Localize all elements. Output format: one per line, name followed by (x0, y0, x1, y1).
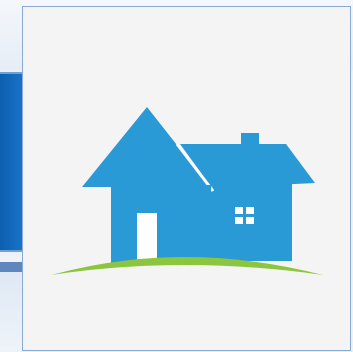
house-window-pane (235, 207, 243, 214)
background-page-body (0, 272, 24, 351)
background-nav-strip (0, 262, 24, 272)
house-window-pane (246, 217, 254, 224)
image-viewer-panel (22, 6, 351, 351)
background-banner (0, 72, 24, 252)
house-window-pane (235, 217, 243, 224)
house-window-pane (246, 207, 254, 214)
house-logo-icon (51, 107, 323, 275)
house-front-wall (111, 185, 211, 264)
house-door (137, 213, 157, 264)
house-chimney (241, 133, 259, 151)
